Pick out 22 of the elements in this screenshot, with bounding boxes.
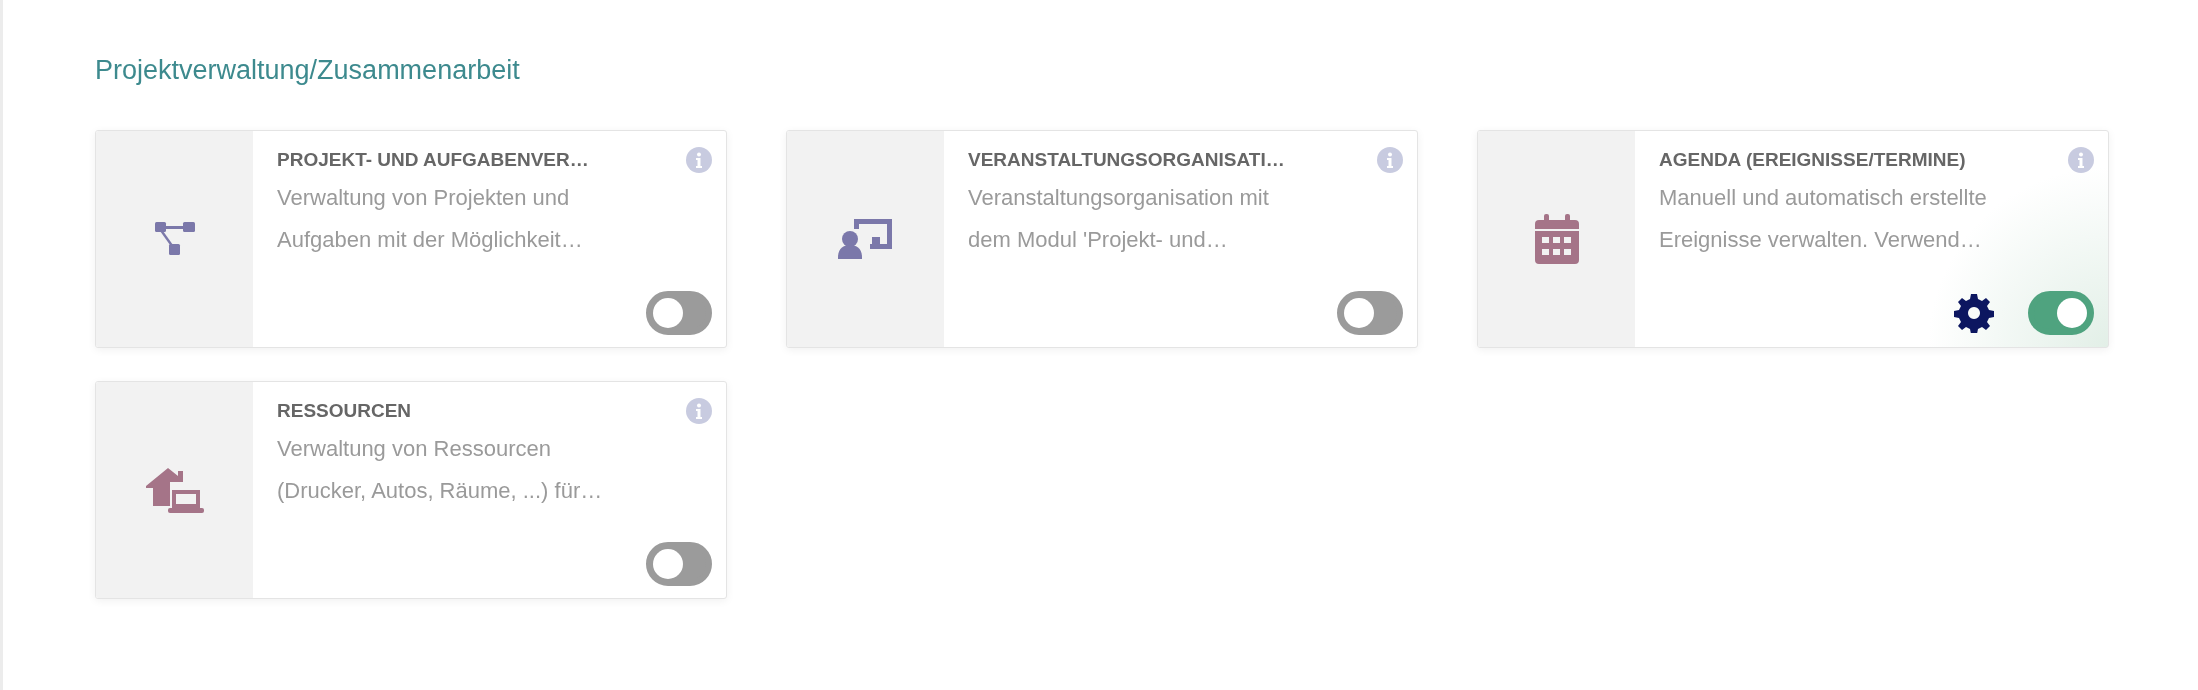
module-description: (Drucker, Autos, Räume, ...) für… [277,477,604,505]
info-icon[interactable] [686,147,712,173]
module-title: PROJEKT- UND AUFGABENVER… [277,149,589,171]
module-title: VERANSTALTUNGSORGANISATI… [968,149,1285,171]
toggle-switch[interactable] [1337,291,1403,335]
toggle-switch[interactable] [646,542,712,586]
module-description: Aufgaben mit der Möglichkeit… [277,226,584,254]
module-description: dem Modul 'Projekt- und… [968,226,1229,254]
module-description: Ereignisse verwalten. Verwend… [1659,226,1983,254]
module-title: RESSOURCEN [277,400,412,422]
module-description: Verwaltung von Projekten und [277,184,571,212]
toggle-switch[interactable] [2028,291,2094,335]
info-icon[interactable] [2068,147,2094,173]
toggle-switch[interactable] [646,291,712,335]
module-description: Veranstaltungsorganisation mit [968,184,1270,212]
module-description: Manuell und automatisch erstellte [1659,184,1988,212]
section-heading: Projektverwaltung/Zusammenarbeit [95,54,521,87]
info-icon[interactable] [1377,147,1403,173]
settings-icon[interactable] [1954,293,1994,333]
module-title: AGENDA (EREIGNISSE/TERMINE) [1659,149,1966,171]
module-description: Verwaltung von Ressourcen [277,435,552,463]
info-icon[interactable] [686,398,712,424]
